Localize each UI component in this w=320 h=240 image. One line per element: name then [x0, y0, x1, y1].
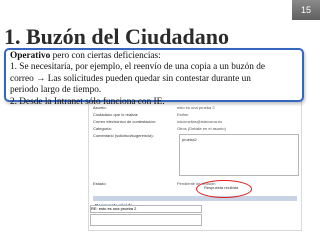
- status-row: Estado: Pendiente de revisión: [89, 180, 301, 186]
- form-row-value: ictcomellas@istecoma.es: [177, 118, 223, 124]
- reply-subject-value: RE: esto es una prueba 2: [91, 206, 137, 211]
- form-row-label: Comentario (solicitud/sugerencia):: [93, 132, 154, 138]
- form-row-label: Categoría:: [93, 125, 112, 131]
- callout-bold-word: Operativo: [10, 51, 51, 61]
- checkbox-label[interactable]: Respuesta recibida: [204, 185, 238, 190]
- callout-box: Operativo pero con ciertas deficiencias:…: [4, 48, 304, 107]
- page-number: 15: [292, 0, 320, 20]
- comment-value: prueba2: [182, 137, 197, 142]
- slide-header: 15: [0, 0, 320, 22]
- form-row: Correo electrónico de contestación: ictc…: [89, 118, 301, 124]
- reply-subject-input[interactable]: RE: esto es una prueba 2: [90, 205, 202, 213]
- reply-comment-input[interactable]: [90, 214, 202, 226]
- callout-line-1: Operativo pero con ciertas deficiencias:: [10, 51, 161, 61]
- callout-line-5: 2. Desde la Intranet sólo funciona con I…: [10, 96, 165, 107]
- callout-line-4: periodo largo de tiempo.: [10, 85, 102, 96]
- callout-line-2: 1. Se necesitaría, por ejemplo, el reenv…: [10, 62, 266, 73]
- comment-textarea[interactable]: prueba2: [179, 134, 299, 176]
- callout-line-3: correo → Las solicitudes pueden quedar s…: [10, 73, 251, 84]
- form-row: Ciudadano que lo realiza: Esther: [89, 111, 301, 117]
- status-label: Estado:: [93, 180, 107, 186]
- slide-title: 1. Buzón del Ciudadano: [4, 24, 229, 49]
- form-row-label: Ciudadano que lo realiza:: [93, 111, 139, 117]
- form-row: Categoría: Otros (Detalle en el asunto): [89, 125, 301, 131]
- form-row-value: Otros (Detalle en el asunto): [177, 125, 226, 131]
- arrow-icon: →: [36, 73, 46, 84]
- section-divider: [93, 196, 297, 201]
- form-row-value: Esther: [177, 111, 189, 117]
- form-row-label: Correo electrónico de contestación:: [93, 118, 156, 124]
